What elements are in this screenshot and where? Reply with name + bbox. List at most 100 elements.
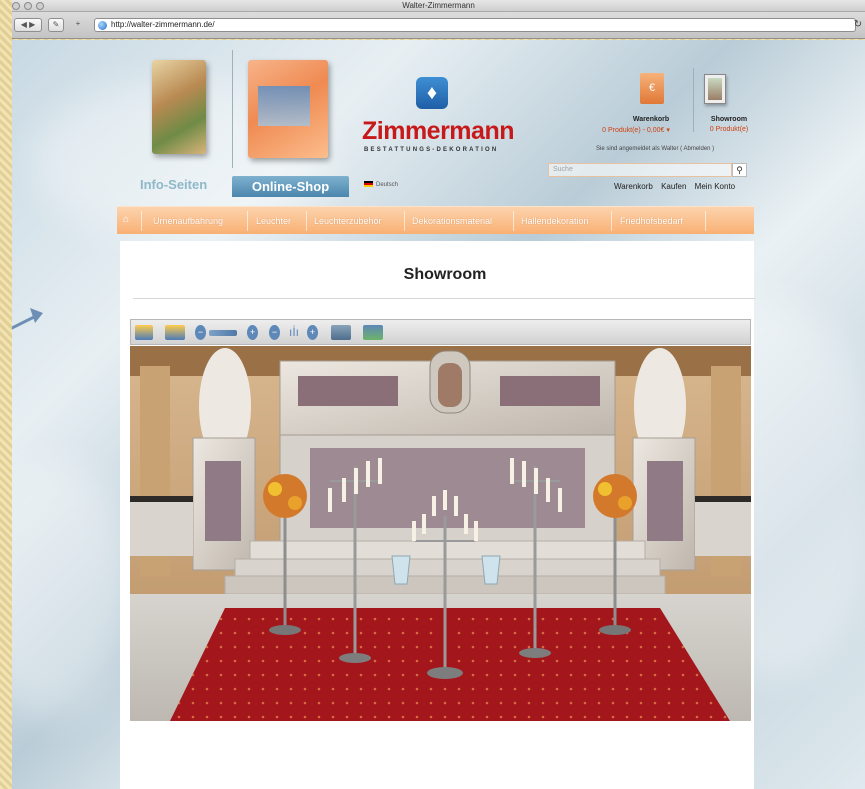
site-header: ♦ Zimmermann BESTATTUNGS-DEKORATION Info… (120, 40, 760, 198)
logo-subtitle: BESTATTUNGS-DEKORATION (364, 147, 499, 153)
nav-separator (513, 211, 514, 231)
flower-left-bloom (288, 496, 302, 510)
balustrade-right-rail (695, 496, 751, 502)
candle (443, 490, 447, 510)
title-divider (133, 298, 755, 299)
logo-flame-icon[interactable]: ♦ (416, 77, 448, 109)
shop-bag-picture (258, 86, 310, 126)
product-catalog-image[interactable] (152, 60, 206, 154)
flower-arrangement-right (593, 474, 637, 518)
forward-arrow-icon[interactable]: ▶ (29, 20, 35, 29)
candles-icon[interactable]: ıİı (284, 325, 304, 340)
candle (342, 478, 346, 502)
remove-background-icon[interactable] (165, 325, 185, 340)
add-bookmark-button[interactable]: + (70, 18, 86, 32)
candle (474, 521, 478, 541)
quick-link-kaufen[interactable]: Kaufen (661, 182, 686, 191)
back-arrow-icon[interactable]: ◀ (21, 20, 27, 29)
candle (558, 488, 562, 512)
tab-info-seiten[interactable]: Info-Seiten (140, 177, 207, 192)
altar-step-middle (234, 558, 661, 577)
web-page: ♦ Zimmermann BESTATTUNGS-DEKORATION Info… (12, 40, 865, 789)
tab-online-shop[interactable]: Online-Shop (232, 176, 349, 197)
main-content: Showroom − + − ıİı + (120, 241, 755, 789)
zoom-in-icon[interactable]: + (247, 325, 258, 340)
search-input[interactable]: Suche (548, 163, 732, 177)
pedestal-left-panel (205, 461, 241, 541)
cart-bag-icon[interactable]: € (640, 73, 664, 104)
showroom-stage[interactable] (130, 346, 751, 721)
preferences-button[interactable]: ✎ (48, 18, 64, 32)
window-title: Walter-Zimmermann (402, 1, 475, 10)
login-status: Sie sind angemeldet als Walter ( Abmelde… (596, 146, 715, 152)
logo-text[interactable]: Zimmermann (362, 117, 514, 146)
pedestal-right-panel (647, 461, 683, 541)
candle (454, 496, 458, 516)
flower-right-bloom (598, 482, 612, 496)
showroom-value[interactable]: 0 Produkt(e) (698, 126, 760, 133)
background-silk (12, 460, 132, 720)
browser-toolbar: ◀ ▶ ✎ + http://walter-zimmermann.de/ ↻ (12, 12, 865, 39)
candle (354, 468, 358, 494)
pointer-arrow-icon (12, 308, 43, 330)
altar-step-upper (249, 540, 646, 560)
nav-item-hallendekoration[interactable]: Hallendekoration (521, 207, 589, 235)
search-button[interactable]: ⚲ (732, 163, 747, 177)
candle (534, 468, 538, 494)
showroom-frame-picture (708, 78, 722, 100)
vase-right (481, 555, 501, 585)
nav-separator (611, 211, 612, 231)
reload-icon[interactable]: ↻ (851, 18, 865, 32)
language-selector[interactable]: Deutsch (364, 181, 398, 188)
candle (546, 478, 550, 502)
print-icon[interactable] (331, 325, 351, 340)
flower-arrangement-left (263, 474, 307, 518)
nav-item-friedhofsbedarf[interactable]: Friedhofsbedarf (620, 207, 683, 235)
height-increase-icon[interactable]: + (307, 325, 318, 340)
search-icon: ⚲ (736, 165, 743, 175)
candle (522, 461, 526, 487)
candle (378, 458, 382, 484)
nav-item-urnenaufbahrung[interactable]: Urnenaufbahrung (153, 207, 223, 235)
nav-separator (705, 211, 706, 231)
change-background-icon[interactable] (135, 325, 153, 340)
nav-item-leuchter[interactable]: Leuchter (256, 207, 291, 235)
nav-separator (404, 211, 405, 231)
cart-value[interactable]: 0 Produkt(e) - 0,00€ ▾ (576, 126, 696, 134)
balustrade-left (130, 496, 193, 556)
header-divider (232, 50, 233, 168)
balustrade-right (695, 496, 751, 556)
height-decrease-icon[interactable]: − (269, 325, 280, 340)
vase-left (391, 555, 411, 585)
nav-separator (306, 211, 307, 231)
shop-bag-image[interactable] (248, 60, 328, 158)
wrench-icon: ✎ (52, 20, 60, 29)
cart-label[interactable]: Warenkorb (606, 116, 696, 123)
quick-link-mein-konto[interactable]: Mein Konto (695, 182, 735, 191)
nav-separator (141, 211, 142, 231)
flower-left-bloom (268, 482, 282, 496)
candle (464, 514, 468, 534)
nav-item-leuchterzubehoer[interactable]: Leuchterzubehör (314, 207, 382, 235)
flower-stand-left-base (269, 625, 301, 635)
altar-marble-panel (298, 376, 398, 406)
save-icon[interactable] (363, 325, 383, 340)
category-nav: ⌂ Urnenaufbahrung Leuchter Leuchterzubeh… (117, 206, 754, 234)
nav-item-dekorationsmaterial[interactable]: Dekorationsmaterial (412, 207, 492, 235)
showroom-label[interactable]: Showroom (698, 116, 760, 123)
zoom-out-icon[interactable]: − (195, 325, 206, 340)
showroom-toolbar: − + − ıİı + (130, 319, 751, 345)
candle (412, 521, 416, 541)
candle (510, 458, 514, 484)
candelabrum-left-base (339, 653, 371, 663)
size-icon[interactable] (209, 330, 237, 336)
showroom-frame-icon[interactable] (704, 74, 726, 104)
quick-links: Warenkorb Kaufen Mein Konto (608, 182, 735, 191)
globe-icon (98, 21, 107, 30)
back-forward-button[interactable]: ◀ ▶ (14, 18, 42, 32)
home-icon[interactable]: ⌂ (123, 214, 129, 225)
url-field[interactable]: http://walter-zimmermann.de/ (94, 18, 856, 32)
quick-link-warenkorb[interactable]: Warenkorb (614, 182, 653, 191)
candle (366, 461, 370, 487)
language-label: Deutsch (376, 182, 399, 188)
